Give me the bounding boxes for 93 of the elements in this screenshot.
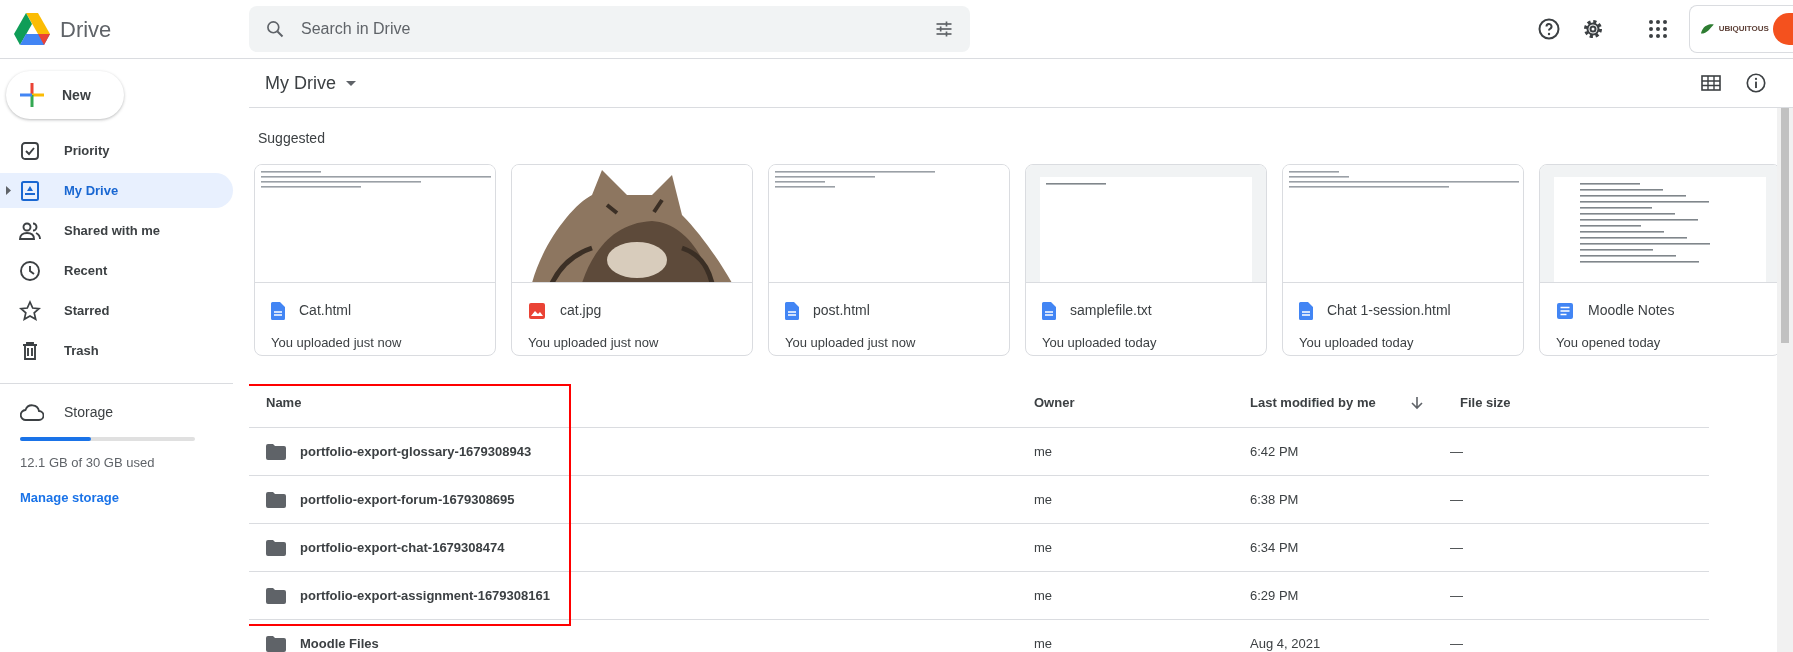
expand-caret-icon[interactable] [6, 186, 11, 195]
file-row[interactable]: Moodle Files me Aug 4, 2021 — [249, 620, 1709, 652]
account-button[interactable]: UBIQUITOUS [1689, 5, 1793, 53]
help-icon[interactable] [1537, 17, 1561, 41]
owner-cell-text: me [1034, 442, 1054, 461]
grid-view-icon[interactable] [1701, 75, 1721, 91]
size-cell-text: — [1450, 490, 1463, 509]
column-header[interactable]: Last modified by me [1250, 392, 1396, 413]
info-icon[interactable] [1745, 72, 1767, 94]
modified-cell-text: Aug 4, 2021 [1250, 634, 1322, 652]
file-activity: You uploaded just now [527, 334, 660, 352]
folder-icon [266, 443, 286, 460]
file-card[interactable]: samplefile.txt You uploaded today [1025, 164, 1267, 356]
filter-sliders-icon[interactable] [934, 19, 954, 39]
sort-arrow-icon[interactable] [1410, 395, 1424, 410]
owner-cell-text: me [1034, 586, 1054, 605]
section-title: Suggested [258, 129, 326, 148]
plus-icon [20, 83, 44, 107]
folder-name: portfolio-export-forum-1679308695 [300, 490, 515, 509]
file-icon [785, 301, 799, 320]
file-card[interactable]: Cat.html You uploaded just now [254, 164, 496, 356]
sidebar-item[interactable]: My Drive [0, 173, 233, 208]
size-cell-text: — [1450, 538, 1463, 557]
folder-name: Moodle Files [300, 634, 379, 652]
file-activity: You uploaded today [1041, 334, 1158, 352]
folder-name: portfolio-export-glossary-1679308943 [300, 442, 532, 461]
folder-icon [266, 587, 286, 604]
file-row[interactable]: portfolio-export-glossary-1679308943 me 6:42 PM — [249, 428, 1709, 476]
file-activity: You uploaded just now [270, 334, 403, 352]
owner-cell-text: me [1034, 490, 1054, 509]
file-card[interactable]: cat.jpg You uploaded just now [511, 164, 753, 356]
modified-cell-text: 6:38 PM [1250, 490, 1300, 509]
folder-icon [266, 539, 286, 556]
file-name: samplefile.txt [1070, 301, 1152, 320]
settings-icon[interactable] [1581, 17, 1605, 41]
file-card[interactable]: Chat 1-session.html You uploaded today [1282, 164, 1524, 356]
search-icon [265, 19, 285, 39]
file-row[interactable]: portfolio-export-assignment-1679308161 me 6:29 PM — [249, 572, 1709, 620]
app-title: Drive [60, 15, 112, 44]
file-icon [271, 301, 285, 320]
drive-logo-icon [14, 13, 50, 45]
file-card[interactable]: post.html You uploaded just now [768, 164, 1010, 356]
new-button[interactable]: New [6, 71, 124, 119]
sidebar-item[interactable]: Trash [0, 333, 233, 368]
column-header[interactable]: Owner [1034, 392, 1250, 413]
account-logo-text: UBIQUITOUS [1718, 23, 1769, 35]
modified-cell-text: 6:29 PM [1250, 586, 1300, 605]
modified-cell-text: 6:34 PM [1250, 538, 1300, 557]
image-file-icon [528, 301, 546, 320]
file-name: Chat 1-session.html [1327, 301, 1451, 320]
file-name: post.html [813, 301, 870, 320]
file-icon [1042, 301, 1056, 320]
storage-usage: 12.1 GB of 30 GB used [20, 454, 156, 472]
size-cell-text: — [1450, 586, 1463, 605]
folder-name: portfolio-export-assignment-1679308161 [300, 586, 550, 605]
sidebar-item[interactable]: Shared with me [0, 213, 233, 248]
folder-icon [266, 635, 286, 652]
file-name: Moodle Notes [1588, 301, 1675, 320]
avatar [1772, 13, 1793, 45]
cloud-icon [20, 403, 44, 422]
scrollbar-thumb[interactable] [1781, 108, 1789, 343]
sidebar-item[interactable]: Recent [0, 253, 233, 288]
sidebar-item[interactable]: Priority [0, 133, 233, 168]
star-icon [18, 298, 42, 323]
search-field[interactable]: Search in Drive [249, 6, 970, 52]
file-activity: You opened today [1555, 334, 1662, 352]
file-name: Cat.html [299, 301, 352, 320]
column-header[interactable]: Name [249, 392, 1034, 413]
file-activity: You uploaded just now [784, 334, 917, 352]
column-header[interactable]: File size [1460, 392, 1511, 413]
dropdown-caret-icon[interactable] [346, 80, 356, 86]
file-row[interactable]: portfolio-export-forum-1679308695 me 6:38 PM — [249, 476, 1709, 524]
clock-icon [18, 258, 42, 283]
sidebar-item[interactable]: Starred [0, 293, 233, 328]
file-row[interactable]: portfolio-export-chat-1679308474 me 6:34 PM — [249, 524, 1709, 572]
manage-storage-link[interactable]: Manage storage [20, 487, 233, 507]
size-cell-text: — [1450, 442, 1463, 461]
breadcrumb-title[interactable]: My Drive [265, 69, 336, 97]
owner-cell-text: me [1034, 538, 1054, 557]
leaf-logo-icon [1700, 22, 1715, 36]
owner-cell-text: me [1034, 634, 1054, 652]
size-cell-text: — [1450, 634, 1463, 652]
folder-icon [266, 491, 286, 508]
modified-cell-text: 6:42 PM [1250, 442, 1300, 461]
file-name: cat.jpg [560, 301, 602, 320]
drive-icon [18, 178, 42, 203]
file-activity: You uploaded today [1298, 334, 1415, 352]
document-icon [1556, 301, 1574, 320]
apps-grid-icon[interactable] [1649, 20, 1667, 38]
folder-name: portfolio-export-chat-1679308474 [300, 538, 505, 557]
storage-label: Storage [64, 403, 114, 422]
file-card[interactable]: Moodle Notes You opened today [1539, 164, 1777, 356]
file-icon [1299, 301, 1313, 320]
